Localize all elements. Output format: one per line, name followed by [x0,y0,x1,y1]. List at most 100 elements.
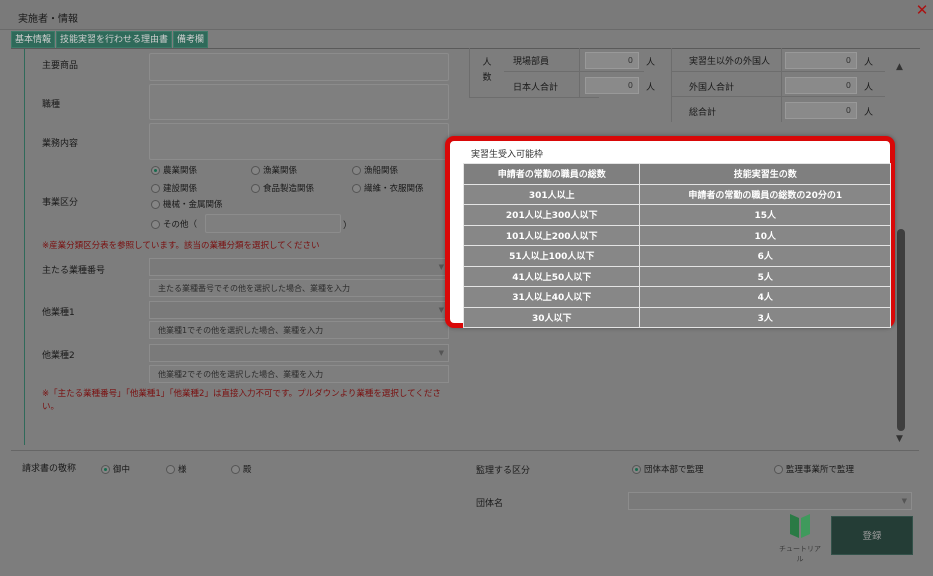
table-cell: 201人以上300人以下 [462,204,641,226]
table-cell: 51人以上100人以下 [462,245,641,267]
honorific-radio-onchu[interactable]: 御中 [101,463,130,475]
unit-label: 人 [646,58,656,68]
table-cell: 41人以上50人以下 [462,265,641,287]
panel-border [579,48,580,98]
radio-dot [231,464,240,474]
other-industry2-hint[interactable]: 他業種2でその他を選択した場合、業種を入力 [149,365,449,383]
category-radio-fishing-boat[interactable]: 漁船関係 [352,164,398,176]
stat-input-site-staff[interactable]: 0 [585,52,639,69]
other-industry1-hint[interactable]: 他業種1でその他を選択した場合、業種を入力 [149,321,449,339]
stat-label-site-staff: 現場部員 [513,57,550,67]
radio-label: 漁業関係 [263,166,298,176]
radio-dot [101,464,110,474]
category-radio-food[interactable]: 食品製造関係 [251,182,314,194]
category-radio-fishery[interactable]: 漁業関係 [251,164,297,176]
table-cell: 301人以上 [462,183,641,205]
radio-label: 監理事業所で監理 [786,465,855,475]
table-cell: 申請者の常勤の職員の総数の20分の1 [639,183,891,205]
table-row: 51人以上100人以下 6人 [462,245,891,267]
headcount-side-label: 人数 [482,58,492,83]
tab-remarks[interactable]: 備考欄 [173,31,209,48]
radio-dot [251,165,260,175]
tab-basic-info[interactable]: 基本情報 [11,31,56,48]
other-industry2-label: 他業種2 [42,351,75,361]
radio-label: 食品製造関係 [263,184,315,194]
radio-label: 漁船関係 [364,166,399,176]
table-cell: 10人 [639,224,891,246]
other-close-paren: ） [343,221,353,231]
occupation-label: 職種 [42,100,61,110]
scroll-down-icon[interactable]: ▼ [896,434,903,444]
stat-label-japanese-total: 日本人合計 [513,83,559,93]
section-accent-line [24,49,25,445]
group-name-label: 団体名 [476,499,504,509]
radio-label: その他（ [163,220,198,230]
stat-input-japanese-total[interactable]: 0 [585,77,639,94]
radio-label: 御中 [113,465,131,475]
other-industry1-label: 他業種1 [42,308,75,318]
chevron-down-icon: ▼ [438,263,444,271]
business-content-field[interactable] [149,123,449,160]
stat-input-foreign-total[interactable]: 0 [785,77,857,94]
radio-dot [166,464,175,474]
radio-dot [151,199,160,209]
occupation-field[interactable] [149,84,449,120]
supervision-label: 監理する区分 [476,466,531,476]
table-cell: 4人 [639,286,891,308]
other-category-field[interactable] [205,214,341,233]
category-radio-machinery[interactable]: 機械・金属関係 [151,198,223,210]
table-row: 201人以上300人以下 15人 [462,204,891,226]
radio-label: 団体本部で監理 [644,465,704,475]
table-cell: 15人 [639,204,891,226]
category-radio-agriculture[interactable]: 農業関係 [151,164,197,176]
scrollbar-thumb[interactable] [897,229,905,431]
close-icon[interactable]: ✕ [915,2,929,18]
main-industry-select[interactable]: ▼ [149,258,449,276]
stat-input-foreign-non-trainee[interactable]: 0 [785,52,857,69]
capacity-table: 申請者の常勤の職員の総数 技能実習生の数 301人以上 申請者の常勤の職員の総数の… [462,163,891,328]
tutorial-button[interactable]: チュートリアル [779,512,821,563]
group-name-select[interactable]: ▼ [628,492,912,510]
other-industry2-select[interactable]: ▼ [149,344,449,362]
table-row: 41人以上50人以下 5人 [462,265,891,287]
radio-label: 機械・金属関係 [163,200,223,210]
category-radio-construction[interactable]: 建設関係 [151,182,197,194]
category-radio-textile[interactable]: 繊維・衣服関係 [352,182,424,194]
chevron-down-icon: ▼ [438,349,444,357]
chevron-down-icon: ▼ [901,497,907,505]
table-row: 31人以上40人以下 4人 [462,286,891,308]
main-products-label: 主要商品 [42,61,79,71]
trainee-capacity-popup: 実習生受入可能枠 申請者の常勤の職員の総数 技能実習生の数 301人以上 申請者の… [445,136,895,328]
supervision-radio-office[interactable]: 監理事業所で監理 [774,463,854,475]
stat-input-grand-total[interactable]: 0 [785,102,857,119]
radio-label: 繊維・衣服関係 [364,184,424,194]
scroll-up-icon[interactable]: ▲ [896,62,903,72]
vertical-scrollbar[interactable]: ▲ ▼ [893,54,909,446]
radio-dot [251,183,260,193]
table-cell: 3人 [639,306,891,328]
main-products-field[interactable] [149,53,449,81]
tutorial-label: チュートリアル [779,545,821,563]
radio-dot [151,183,160,193]
unit-label: 人 [646,83,656,93]
honorific-radio-sama[interactable]: 様 [166,463,187,475]
tab-reason-document[interactable]: 技能実習を行わせる理由書 [56,31,173,48]
category-radio-other[interactable]: その他（ [151,218,197,230]
supervision-radio-hq[interactable]: 団体本部で監理 [632,463,704,475]
other-industry1-select[interactable]: ▼ [149,301,449,319]
table-cell: 31人以上40人以下 [462,286,641,308]
table-cell: 6人 [639,245,891,267]
radio-label: 農業関係 [163,166,198,176]
main-industry-hint[interactable]: 主たる業種番号でその他を選択した場合、業種を入力 [149,279,449,297]
honorific-radio-dono[interactable]: 殿 [231,463,252,475]
register-button[interactable]: 登録 [831,516,913,555]
footer-divider [11,450,919,451]
unit-label: 人 [864,83,874,93]
panel-border [469,48,470,98]
radio-dot [632,464,641,474]
stat-label-foreign-total: 外国人合計 [689,83,735,93]
radio-dot [352,165,361,175]
chevron-down-icon: ▼ [438,306,444,314]
table-row: 101人以上200人以下 10人 [462,224,891,246]
tab-bar: 基本情報 技能実習を行わせる理由書 備考欄 [11,31,209,48]
